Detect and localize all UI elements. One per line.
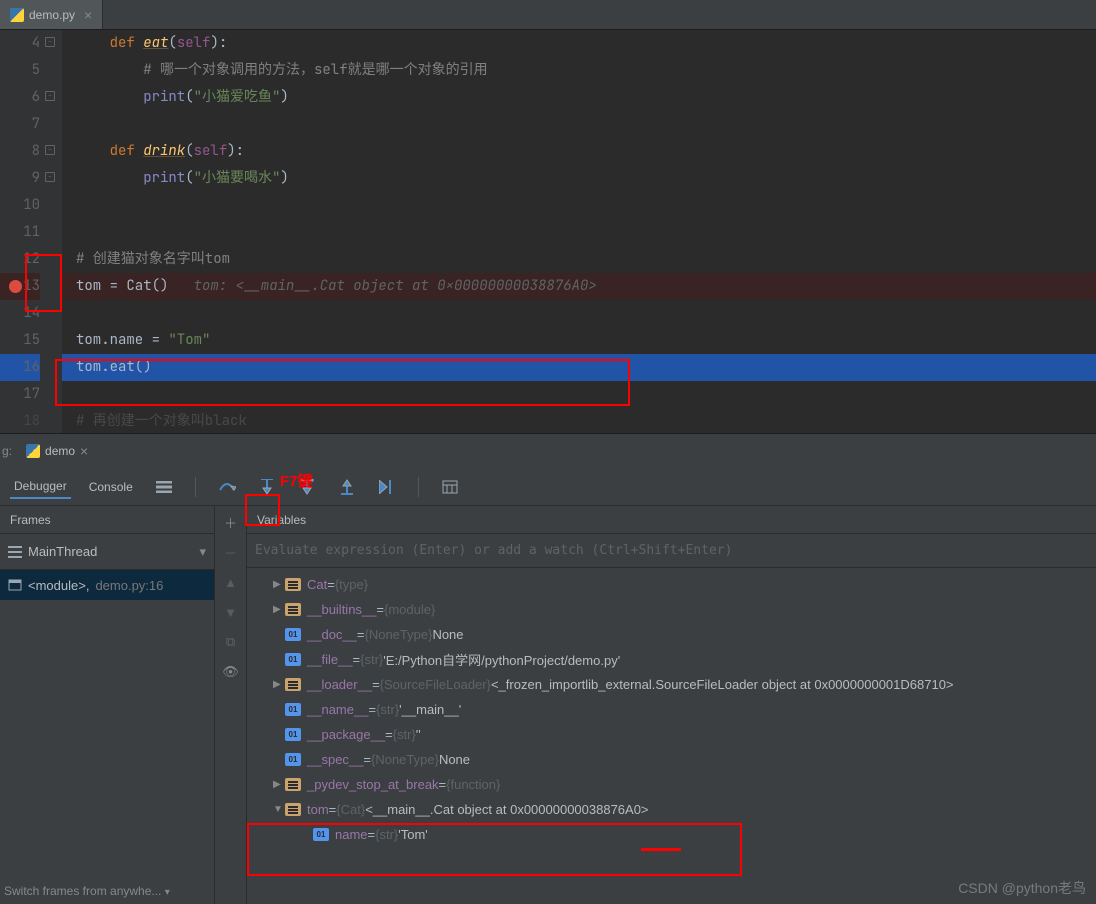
gutter-line: 7 <box>0 111 40 138</box>
show-watches-icon[interactable]: 👁 <box>221 662 241 682</box>
evaluate-input[interactable]: Evaluate expression (Enter) or add a wat… <box>247 534 1096 568</box>
gutter-line: 12 <box>0 246 40 273</box>
remove-watch-icon[interactable]: － <box>221 542 241 562</box>
fold-icon[interactable]: − <box>45 37 55 47</box>
variable-row[interactable]: 01__name__ = {str} '__main__' <box>247 697 1096 722</box>
debug-panel: g: demo × Debugger Console Frames MainTh… <box>0 433 1096 904</box>
editor-gutter: 4− 5 6− 7 8− 9− 10 11 12 13 14 15 16 17 … <box>0 30 62 433</box>
gutter-line: 5 <box>0 57 40 84</box>
variable-row[interactable]: ▶Cat = {type} <box>247 572 1096 597</box>
step-over-icon[interactable] <box>214 474 240 500</box>
threads-icon <box>8 546 22 558</box>
object-badge-icon <box>285 803 301 816</box>
gutter-line: 11 <box>0 219 40 246</box>
step-into-icon[interactable] <box>254 474 280 500</box>
debug-label: g: <box>2 444 12 458</box>
frames-panel: Frames MainThread ▾ <module>, demo.py:16 <box>0 506 215 904</box>
debug-toolbar: Debugger Console <box>0 468 1096 506</box>
code-content[interactable]: def eat(self): # 哪一个对象调用的方法，self就是哪一个对象的… <box>62 30 1096 433</box>
variables-panel: ＋ － ▲ ▼ ⧉ 👁 Variables Evaluate expressio… <box>215 506 1096 904</box>
fold-icon[interactable]: − <box>45 91 55 101</box>
gutter-line: 6− <box>0 84 40 111</box>
variable-row[interactable]: ▶_pydev_stop_at_break = {function} <box>247 772 1096 797</box>
breakpoint-icon[interactable] <box>9 280 22 293</box>
tab-console[interactable]: Console <box>85 476 137 498</box>
object-badge-icon <box>285 778 301 791</box>
add-watch-icon[interactable]: ＋ <box>221 512 241 532</box>
watermark: CSDN @python老鸟 <box>958 878 1086 898</box>
run-to-cursor-icon[interactable] <box>374 474 400 500</box>
gutter-line: 18 <box>0 408 40 435</box>
object-badge-icon <box>285 578 301 591</box>
primitive-badge-icon: 01 <box>285 753 301 766</box>
code-editor[interactable]: 4− 5 6− 7 8− 9− 10 11 12 13 14 15 16 17 … <box>0 30 1096 433</box>
object-badge-icon <box>285 603 301 616</box>
tab-debugger[interactable]: Debugger <box>10 475 71 499</box>
variable-row[interactable]: 01name = {str} 'Tom' <box>247 822 1096 847</box>
variables-toolbar: ＋ － ▲ ▼ ⧉ 👁 <box>215 506 247 904</box>
gutter-line: 17 <box>0 381 40 408</box>
variable-row[interactable]: 01__file__ = {str} 'E:/Python自学网/pythonP… <box>247 647 1096 672</box>
evaluate-icon[interactable] <box>437 474 463 500</box>
gutter-line: 14 <box>0 300 40 327</box>
threads-icon[interactable] <box>151 474 177 500</box>
gutter-line: 4− <box>0 30 40 57</box>
gutter-line: 15 <box>0 327 40 354</box>
editor-tab-bar: demo.py × <box>0 0 1096 30</box>
close-icon[interactable]: × <box>84 7 92 23</box>
annotation-text: F7键 <box>280 470 313 491</box>
variable-row[interactable]: 01__spec__ = {NoneType} None <box>247 747 1096 772</box>
tab-filename: demo.py <box>29 8 75 22</box>
variable-row[interactable]: ▶__builtins__ = {module} <box>247 597 1096 622</box>
gutter-line: 10 <box>0 192 40 219</box>
primitive-badge-icon: 01 <box>285 703 301 716</box>
variable-row[interactable]: ▶__loader__ = {SourceFileLoader} <_froze… <box>247 672 1096 697</box>
copy-icon[interactable]: ⧉ <box>221 632 241 652</box>
variables-header: Variables <box>247 506 1096 534</box>
gutter-line: 8− <box>0 138 40 165</box>
fold-icon[interactable]: − <box>45 172 55 182</box>
close-icon[interactable]: × <box>80 443 88 459</box>
up-icon[interactable]: ▲ <box>221 572 241 592</box>
variable-row[interactable]: 01__doc__ = {NoneType} None <box>247 622 1096 647</box>
annotation-underline <box>641 848 681 851</box>
python-file-icon <box>10 8 24 22</box>
gutter-line-current: 16 <box>0 354 40 381</box>
frame-icon <box>8 579 22 591</box>
down-icon[interactable]: ▼ <box>221 602 241 622</box>
primitive-badge-icon: 01 <box>285 728 301 741</box>
editor-tab-demo[interactable]: demo.py × <box>0 0 103 29</box>
primitive-badge-icon: 01 <box>285 653 301 666</box>
frame-item[interactable]: <module>, demo.py:16 <box>0 570 214 600</box>
primitive-badge-icon: 01 <box>313 828 329 841</box>
variable-row[interactable]: 01__package__ = {str} '' <box>247 722 1096 747</box>
frames-header: Frames <box>0 506 214 534</box>
gutter-line-breakpoint: 13 <box>0 273 40 300</box>
chevron-down-icon[interactable]: ▾ <box>165 887 170 898</box>
variables-tree[interactable]: ▶Cat = {type} ▶__builtins__ = {module} 0… <box>247 568 1096 904</box>
status-bar: Switch frames from anywhe... ▾ <box>4 884 170 898</box>
python-file-icon <box>26 444 40 458</box>
debug-header: g: demo × <box>0 434 1096 468</box>
variable-row[interactable]: ▼tom = {Cat} <__main__.Cat object at 0x0… <box>247 797 1096 822</box>
fold-icon[interactable]: − <box>45 145 55 155</box>
thread-selector[interactable]: MainThread ▾ <box>0 534 214 570</box>
gutter-line: 9− <box>0 165 40 192</box>
primitive-badge-icon: 01 <box>285 628 301 641</box>
debug-session-tab[interactable]: demo × <box>18 434 96 468</box>
step-out-icon[interactable] <box>334 474 360 500</box>
object-badge-icon <box>285 678 301 691</box>
chevron-down-icon: ▾ <box>199 544 206 560</box>
